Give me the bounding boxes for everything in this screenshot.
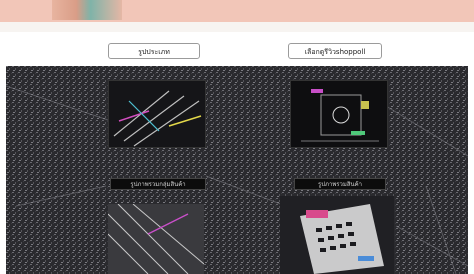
- card-label-2: รูปภาพรวมสินค้า: [294, 178, 386, 190]
- product-image-4-graphic: [280, 196, 394, 274]
- review-button[interactable]: เลือกดูรีวิวshoppoll: [288, 43, 382, 59]
- card-label-1: รูปภาพรวมกลุ่มสินค้า: [110, 178, 206, 190]
- product-gallery: รูปภาพรวมกลุ่มสินค้า รูปภาพรวมสินค้า: [6, 66, 468, 274]
- banner-divider: [0, 22, 474, 32]
- product-image-3-graphic: [108, 204, 204, 274]
- gallery-background: [6, 66, 468, 274]
- product-image-4[interactable]: [280, 196, 394, 274]
- product-image-2[interactable]: [290, 80, 388, 148]
- product-image-1-graphic: [109, 81, 205, 147]
- product-image-3[interactable]: [108, 204, 204, 274]
- product-image-1[interactable]: [108, 80, 206, 148]
- button-bar: รูปประเภท เลือกดูรีวิวshoppoll: [0, 32, 474, 66]
- category-button[interactable]: รูปประเภท: [108, 43, 200, 59]
- header-banner: [0, 0, 474, 22]
- product-image-2-graphic: [291, 81, 387, 147]
- banner-image: [52, 0, 122, 20]
